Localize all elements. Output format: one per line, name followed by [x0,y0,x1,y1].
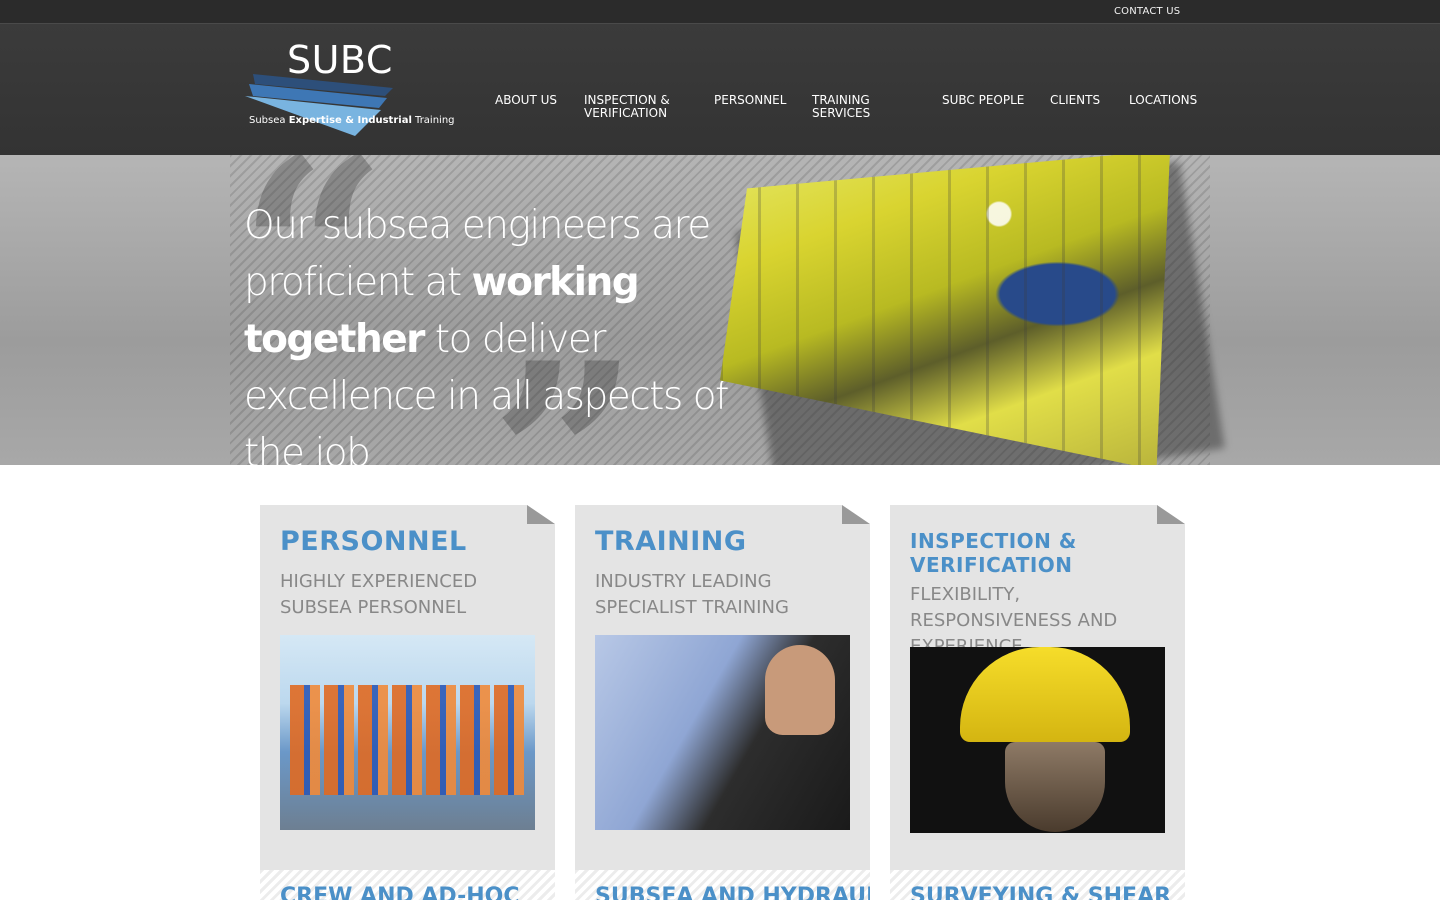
logo-tagline: Subsea Expertise & Industrial Training [249,115,455,126]
nav-inspection-verification[interactable]: INSPECTION & VERIFICATION [584,94,684,120]
card-title[interactable]: PERSONNEL [280,527,540,557]
card-subtitle: INDUSTRY LEADING SPECIALIST TRAINING [595,571,789,618]
nav-clients[interactable]: CLIENTS [1050,94,1100,107]
logo-wave-icon [245,74,393,136]
card-title[interactable]: INSPECTION & VERIFICATION [910,529,1170,577]
nav-training-services[interactable]: TRAINING SERVICES [812,94,892,120]
card-image-personnel[interactable] [280,635,535,830]
card-surveying-shear[interactable]: SURVEYING & SHEAR [890,870,1185,900]
page-fold-icon [527,505,555,524]
card-image-training[interactable] [595,635,850,830]
card-title[interactable]: TRAINING [595,527,855,557]
card-subsea-hydraulic[interactable]: SUBSEA AND HYDRAULIC [575,870,870,900]
nav-subc-people[interactable]: SUBC PEOPLE [942,94,1024,107]
card-crew-ad-hoc[interactable]: CREW AND AD-HOC [260,870,555,900]
card-image-inspection[interactable] [910,647,1165,833]
subc-logo[interactable]: SUBC Subsea Expertise & Industrial Train… [245,38,455,138]
nav-personnel[interactable]: PERSONNEL [714,94,786,107]
nav-about-us[interactable]: ABOUT US [495,94,557,107]
contact-us-link[interactable]: CONTACT US [1114,6,1180,17]
card-subtitle: HIGHLY EXPERIENCED SUBSEA PERSONNEL [280,571,478,618]
card-title[interactable]: CREW AND AD-HOC [280,884,520,900]
nav-locations[interactable]: LOCATIONS [1129,94,1197,107]
card-personnel[interactable]: PERSONNEL HIGHLY EXPERIENCED SUBSEA PERS… [260,505,555,870]
site-header: SUBC Subsea Expertise & Industrial Train… [0,24,1440,155]
card-title[interactable]: SUBSEA AND HYDRAULIC [595,884,870,900]
hero-quote: Our subsea engineers are proficient at w… [244,203,729,465]
top-utility-bar: CONTACT US [0,0,1440,24]
page-fold-icon [842,505,870,524]
card-title[interactable]: SURVEYING & SHEAR [910,884,1171,900]
card-inspection-verification[interactable]: INSPECTION & VERIFICATION FLEXIBILITY, R… [890,505,1185,870]
hero-banner: “ ” Our subsea engineers are proficient … [0,155,1440,465]
card-training[interactable]: TRAINING INDUSTRY LEADING SPECIALIST TRA… [575,505,870,870]
page-fold-icon [1157,505,1185,524]
